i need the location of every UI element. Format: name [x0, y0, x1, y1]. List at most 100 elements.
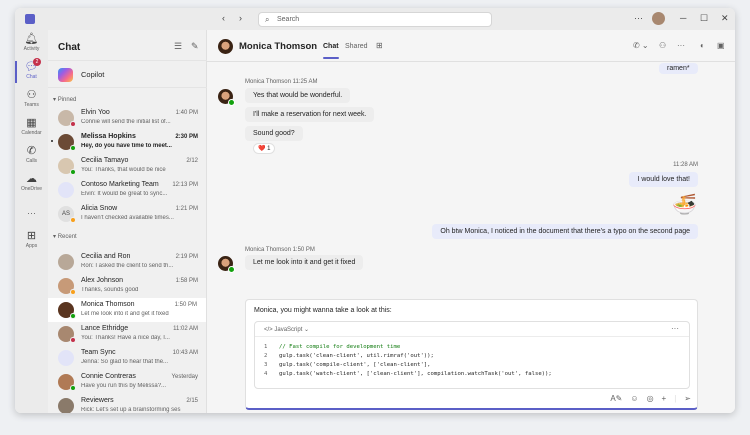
chat-list-item[interactable]: Reviewers Rick: Let's set up a brainstorm…: [48, 394, 207, 413]
message-time: 11:28 AM: [673, 162, 698, 168]
attach-plus-icon[interactable]: +: [662, 394, 667, 403]
calendar-icon: ▦: [26, 117, 37, 129]
chat-name: Cecilia Tamayo: [81, 157, 129, 164]
send-icon[interactable]: ➢: [684, 394, 691, 403]
sender-avatar: [218, 89, 235, 106]
chat-time: 10:43 AM: [172, 350, 198, 356]
rail-item-calendar[interactable]: ▦ Calendar: [15, 117, 48, 136]
rail-label: Chat: [26, 74, 37, 80]
chat-preview: Hey, do you have time to meet...: [81, 143, 172, 149]
profile-avatar[interactable]: [652, 12, 665, 25]
chat-list-title: Chat: [58, 42, 81, 53]
chat-list-item[interactable]: Elvin Yoo Connie will send the initial li…: [48, 106, 207, 130]
close-button[interactable]: ✕: [721, 13, 729, 24]
chat-list-item[interactable]: Contoso Marketing Team Elvin: It would be…: [48, 178, 207, 202]
new-chat-icon[interactable]: ✎: [191, 41, 199, 52]
chat-time: 2:30 PM: [175, 134, 198, 140]
rail-item-calls[interactable]: ✆ Calls: [15, 145, 48, 164]
chat-list-item[interactable]: Connie Contreras Have you run this by Mel…: [48, 370, 207, 394]
sender-avatar: [218, 256, 235, 273]
chat-list-item[interactable]: Melissa Hopkins Hey, do you have time to …: [48, 130, 207, 154]
chat-name: Melissa Hopkins: [81, 133, 136, 140]
chat-name: Monica Thomson: [81, 301, 135, 308]
line-number: 3: [264, 362, 268, 368]
rail-label: Calendar: [21, 130, 42, 136]
compose-text[interactable]: Monica, you might wanna take a look at t…: [254, 307, 392, 314]
search-icon: ⌕: [265, 15, 270, 24]
copilot-icon: [58, 68, 73, 82]
pinned-section-header[interactable]: ▾ Pinned: [53, 96, 76, 103]
rail-label: Teams: [24, 102, 39, 108]
format-icon[interactable]: A✎: [610, 394, 622, 403]
compose-box[interactable]: Monica, you might wanna take a look at t…: [245, 299, 698, 410]
maximize-button[interactable]: ☐: [700, 13, 708, 24]
apps-icon: ⊞: [26, 230, 37, 242]
tab-shared[interactable]: Shared: [345, 43, 368, 50]
code-line: 3 gulp.task('compile-client', ['clean-cli…: [264, 361, 689, 370]
chat-time: 2/15: [186, 398, 198, 404]
back-button[interactable]: ‹: [222, 13, 225, 23]
loop-icon[interactable]: ◎: [647, 394, 654, 403]
rail-item-activity[interactable]: 🔔︎ Activity: [15, 33, 48, 52]
search-input[interactable]: ⌕ Search: [258, 12, 492, 27]
chat-preview: Thanks, sounds good: [81, 287, 139, 293]
message-bubble-mine: Oh btw Monica, I noticed in the document…: [432, 224, 698, 239]
chat-list-item[interactable]: AS Alicia Snow I haven't checked available…: [48, 202, 207, 226]
add-tab-icon[interactable]: ⊞: [376, 41, 383, 50]
chat-preview: Connie will send the initial list of...: [81, 119, 171, 125]
rail-label: Apps: [25, 243, 38, 249]
recent-section-header[interactable]: ▾ Recent: [53, 233, 77, 240]
chat-time: 1:40 PM: [175, 110, 198, 116]
filter-icon[interactable]: ☰: [174, 41, 182, 52]
emoji-icon[interactable]: ☺: [630, 394, 638, 403]
people-icon[interactable]: ⚇: [659, 41, 666, 50]
rail-item-more[interactable]: ···: [15, 208, 48, 218]
presence-icon: [70, 145, 76, 151]
avatar: [58, 350, 74, 366]
code-more-button[interactable]: ···: [671, 324, 679, 333]
bell-icon: 🔔︎: [24, 33, 39, 45]
minimize-button[interactable]: ─: [680, 13, 686, 23]
chat-icon: 💬︎: [24, 61, 39, 73]
chat-list-item[interactable]: Lance Ethridge You: Thanks! Have a nice d…: [48, 322, 207, 346]
chat-header: Monica Thomson Chat Shared ⊞ ✆ ⌄ ⚇ ··· ◐…: [207, 30, 735, 62]
chat-list-item[interactable]: Cecilia Tamayo You: Thanks, that would be…: [48, 154, 207, 178]
code-icon: </>: [264, 327, 273, 333]
rail-item-apps[interactable]: ⊞ Apps: [15, 230, 48, 249]
chat-list-item[interactable]: Monica Thomson Let me look into it and ge…: [48, 298, 206, 322]
more-button[interactable]: ···: [634, 13, 643, 23]
chat-time: 1:21 PM: [175, 206, 198, 212]
line-number: 2: [264, 353, 268, 359]
copilot-item[interactable]: Copilot: [48, 60, 207, 88]
tab-chat[interactable]: Chat: [323, 43, 339, 59]
presence-icon: [70, 121, 76, 127]
code-text: gulp.task('clean-client', util.rimraf('o…: [279, 353, 434, 359]
chat-time: 12:13 PM: [172, 182, 198, 188]
language-select[interactable]: JavaScript: [274, 327, 302, 333]
rail-item-teams[interactable]: ⚇ Teams: [15, 89, 48, 108]
chat-time: 11:02 AM: [173, 326, 198, 332]
chat-name: Connie Contreras: [81, 373, 136, 380]
rail-item-onedrive[interactable]: ☁ OneDrive: [15, 173, 48, 192]
teams-logo-icon: [25, 14, 35, 24]
chat-name: Lance Ethridge: [81, 325, 129, 332]
forward-button[interactable]: ›: [239, 13, 242, 23]
message-bubble: Yes that would be wonderful.: [245, 88, 351, 103]
message-bubble: Sound good?: [245, 126, 303, 141]
chat-list-item[interactable]: Alex Johnson Thanks, sounds good 1:58 PM: [48, 274, 207, 298]
more-options-icon[interactable]: ···: [677, 41, 685, 50]
heart-reaction[interactable]: ❤️ 1: [253, 143, 276, 154]
chat-name: Team Sync: [81, 349, 116, 356]
chat-time: Yesterday: [171, 374, 198, 380]
chat-preview: Let me look into it and get it fixed: [81, 311, 169, 317]
copilot-chat-icon[interactable]: ◐: [700, 41, 705, 50]
code-text: // Fast compile for development time: [279, 344, 401, 350]
cloud-icon: ☁: [26, 173, 37, 185]
rail-item-chat[interactable]: 💬︎ Chat 2: [15, 58, 48, 83]
unread-dot: [51, 140, 53, 142]
call-icon[interactable]: ✆ ⌄: [633, 41, 649, 50]
side-panel-icon[interactable]: ▣: [717, 41, 725, 50]
phone-icon: ✆: [26, 145, 37, 157]
chat-list-item[interactable]: Cecilia and Ron Ron: I asked the client t…: [48, 250, 207, 274]
chat-list-item[interactable]: Team Sync Jenna: So glad to hear that the…: [48, 346, 207, 370]
